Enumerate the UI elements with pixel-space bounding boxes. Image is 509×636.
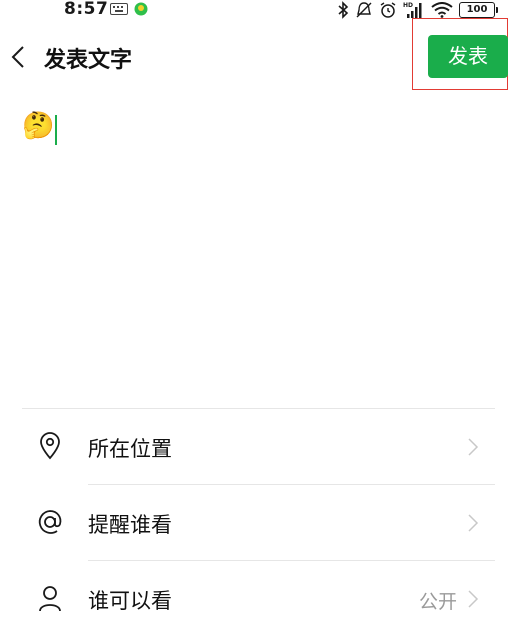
option-mention[interactable]: 提醒谁看 [0,485,509,560]
page-title: 发表文字 [44,48,133,73]
chevron-right-icon [468,514,479,532]
alarm-icon [380,2,396,18]
keyboard-icon [110,3,128,15]
battery-indicator: 100 [459,2,498,18]
option-location[interactable]: 所在位置 [0,409,509,484]
bluetooth-icon [338,1,349,19]
publish-button[interactable]: 发表 [428,35,508,78]
signal-icon: HD [403,2,422,18]
at-icon [36,507,64,537]
post-text-content: 🤔 [22,111,55,141]
chevron-right-icon [468,590,479,608]
option-mention-label: 提醒谁看 [88,513,172,537]
mute-icon [356,2,372,18]
status-left-icons [110,2,148,16]
person-icon [36,583,64,613]
chevron-left-icon [11,46,24,68]
app-notification-icon [134,2,148,16]
svg-text:HD: HD [403,2,413,9]
wifi-icon [431,2,453,18]
chevron-right-icon [468,438,479,456]
option-visibility[interactable]: 谁可以看 公开 [0,561,509,636]
option-visibility-value: 公开 [418,591,457,613]
post-text-area[interactable]: 🤔 [22,108,492,388]
location-icon [36,431,64,461]
status-right-icons: HD 100 [337,1,498,19]
option-visibility-label: 谁可以看 [88,589,172,613]
status-time: 8:57 [64,0,109,19]
back-button[interactable] [6,42,30,72]
text-cursor [55,114,58,145]
option-location-label: 所在位置 [88,437,172,461]
